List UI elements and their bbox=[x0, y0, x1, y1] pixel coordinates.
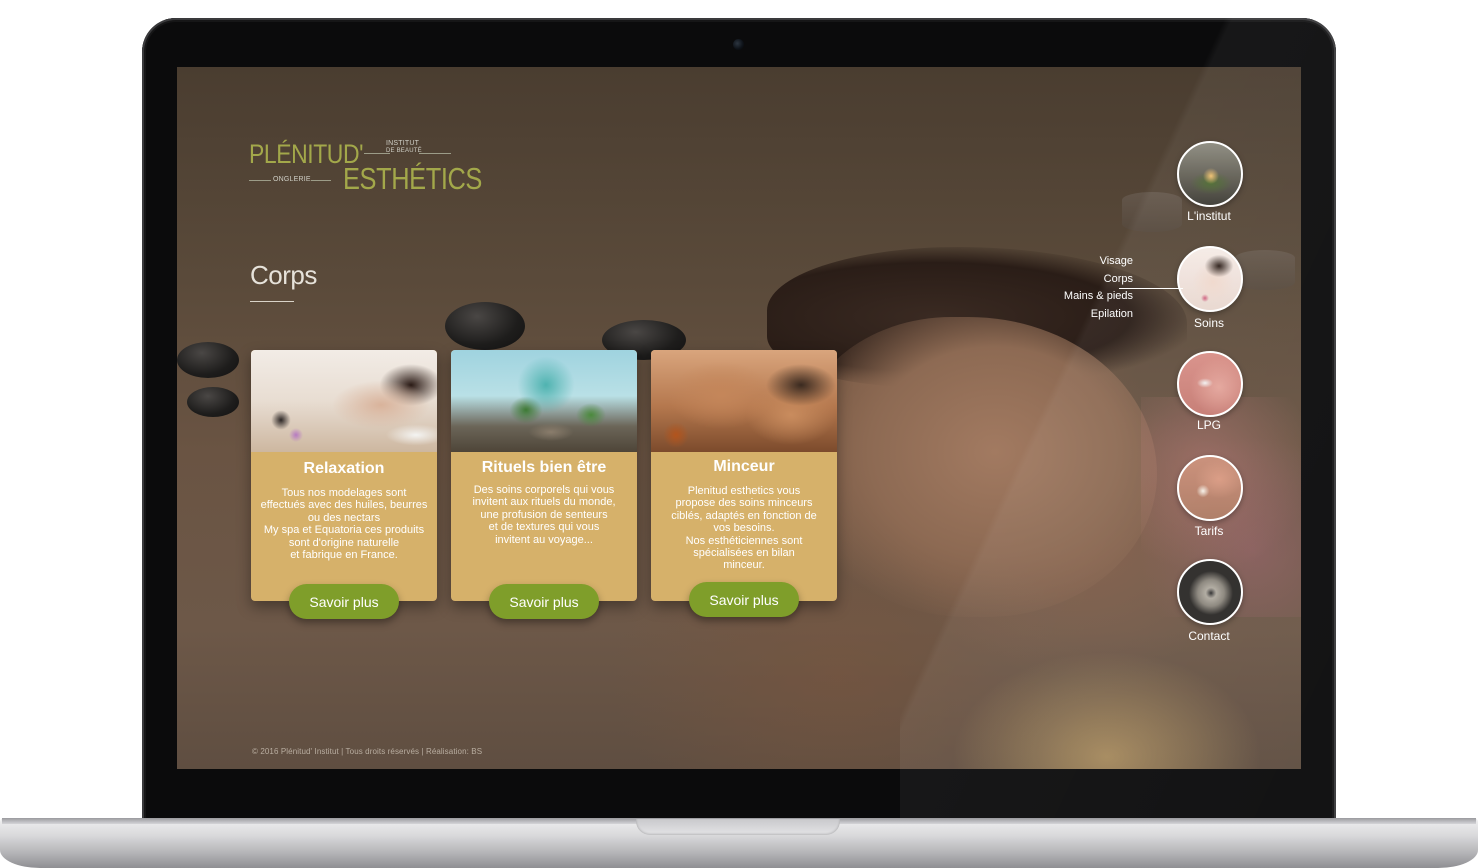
logo-tag-onglerie: ONGLERIE bbox=[273, 176, 311, 183]
background-stone bbox=[187, 387, 239, 417]
title-underline bbox=[250, 301, 294, 302]
page-title: Corps bbox=[250, 260, 317, 290]
nav-label: Contact bbox=[1188, 629, 1230, 643]
background-stone bbox=[177, 342, 239, 378]
laptop-opening-notch bbox=[636, 819, 840, 835]
site-logo[interactable]: PLÉNITUD' ESTHÉTICS INSTITUT DE BEAUTÉ O… bbox=[249, 139, 482, 199]
nav-item-lpg[interactable]: LPG bbox=[1169, 351, 1249, 433]
card-description: Tous nos modelages sont effectués avec d… bbox=[260, 487, 428, 562]
logo-rule bbox=[311, 180, 331, 181]
logo-tag-institut: INSTITUT bbox=[386, 140, 420, 147]
card-description: Des soins corporels qui vous invitent au… bbox=[472, 484, 616, 546]
savoir-plus-relaxation-button[interactable]: Savoir plus bbox=[289, 584, 399, 619]
website-screen: PLÉNITUD' ESTHÉTICS INSTITUT DE BEAUTÉ O… bbox=[177, 67, 1301, 769]
card-title: Minceur bbox=[713, 458, 775, 475]
tarifs-icon bbox=[1177, 455, 1243, 521]
logo-line-2: ESTHÉTICS bbox=[343, 161, 482, 196]
soins-icon bbox=[1177, 246, 1243, 312]
nav-item-contact[interactable]: Contact bbox=[1169, 559, 1249, 643]
card-relaxation: Relaxation Tous nos modelages sont effec… bbox=[251, 350, 437, 601]
nav-label: Tarifs bbox=[1194, 524, 1224, 538]
site-footer: © 2016 Plénitud' Institut | Tous droits … bbox=[252, 747, 483, 756]
submenu-item-epilation[interactable]: Epilation bbox=[1064, 308, 1133, 326]
rituels-image bbox=[451, 350, 637, 452]
card-rituels: Rituels bien être Des soins corporels qu… bbox=[451, 350, 637, 601]
card-minceur: Minceur Plenitud esthetics vous propose … bbox=[651, 350, 837, 601]
logo-rule bbox=[419, 153, 451, 154]
webcam bbox=[733, 39, 744, 50]
submenu-item-visage[interactable]: Visage bbox=[1064, 255, 1133, 273]
submenu-active-indicator bbox=[1119, 288, 1183, 289]
nav-item-institut[interactable]: L'institut bbox=[1169, 141, 1249, 226]
soins-submenu: Visage Corps Mains & pieds Epilation bbox=[1064, 255, 1133, 325]
logo-tag-beaute: DE BEAUTÉ bbox=[386, 148, 422, 154]
minceur-image bbox=[651, 350, 837, 452]
nav-label: L'institut bbox=[1187, 209, 1231, 223]
contact-icon bbox=[1177, 559, 1243, 625]
card-title: Relaxation bbox=[303, 460, 385, 477]
background-stone bbox=[445, 302, 525, 350]
nav-item-tarifs[interactable]: Tarifs bbox=[1169, 455, 1249, 539]
card-title: Rituels bien être bbox=[481, 459, 607, 476]
institut-icon bbox=[1177, 141, 1243, 207]
nav-label: LPG bbox=[1196, 418, 1221, 432]
submenu-item-mains-pieds[interactable]: Mains & pieds bbox=[1064, 290, 1133, 308]
savoir-plus-minceur-button[interactable]: Savoir plus bbox=[689, 582, 799, 617]
lpg-icon bbox=[1177, 351, 1243, 417]
logo-rule bbox=[249, 180, 271, 181]
nav-label: Soins bbox=[1193, 316, 1225, 330]
card-description: Plenitud esthetics vous propose des soin… bbox=[671, 485, 817, 572]
savoir-plus-rituels-button[interactable]: Savoir plus bbox=[489, 584, 599, 619]
relaxation-image bbox=[251, 350, 437, 452]
